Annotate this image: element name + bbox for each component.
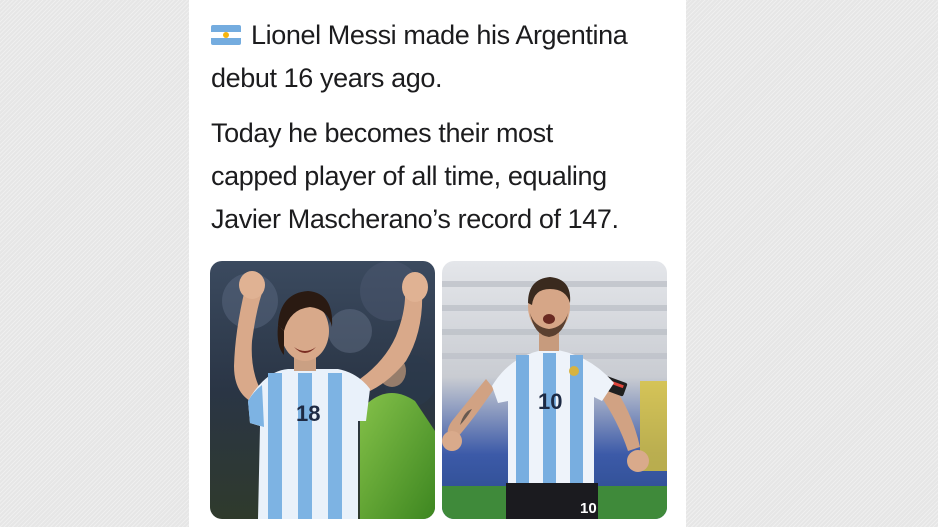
post-line-1: Lionel Messi made his Argentina <box>211 14 671 57</box>
post-paragraph-record: Today he becomes their most capped playe… <box>211 112 671 241</box>
post-paragraph-debut: Lionel Messi made his Argentina debut 16… <box>211 14 671 100</box>
photo-messi-record[interactable]: 10 10 <box>442 261 667 519</box>
post-line-3: Today he becomes their most <box>211 118 553 148</box>
post-line-4: capped player of all time, equaling <box>211 161 607 191</box>
argentina-flag-icon <box>211 24 241 45</box>
post-line-1-text: Lionel Messi made his Argentina <box>251 20 628 50</box>
photo-messi-record-image: 10 10 <box>442 261 667 519</box>
post-line-2: debut 16 years ago. <box>211 63 443 93</box>
shorts-number-right: 10 <box>580 500 597 517</box>
jersey-number-left: 18 <box>296 401 320 426</box>
post-line-5: Javier Mascherano’s record of 147. <box>211 204 619 234</box>
post-text: Lionel Messi made his Argentina debut 16… <box>211 14 671 241</box>
photo-messi-debut[interactable]: 18 <box>210 261 435 519</box>
jersey-number-right: 10 <box>538 389 562 414</box>
photo-messi-debut-image: 18 <box>210 261 435 519</box>
post-card: Lionel Messi made his Argentina debut 16… <box>189 0 686 527</box>
